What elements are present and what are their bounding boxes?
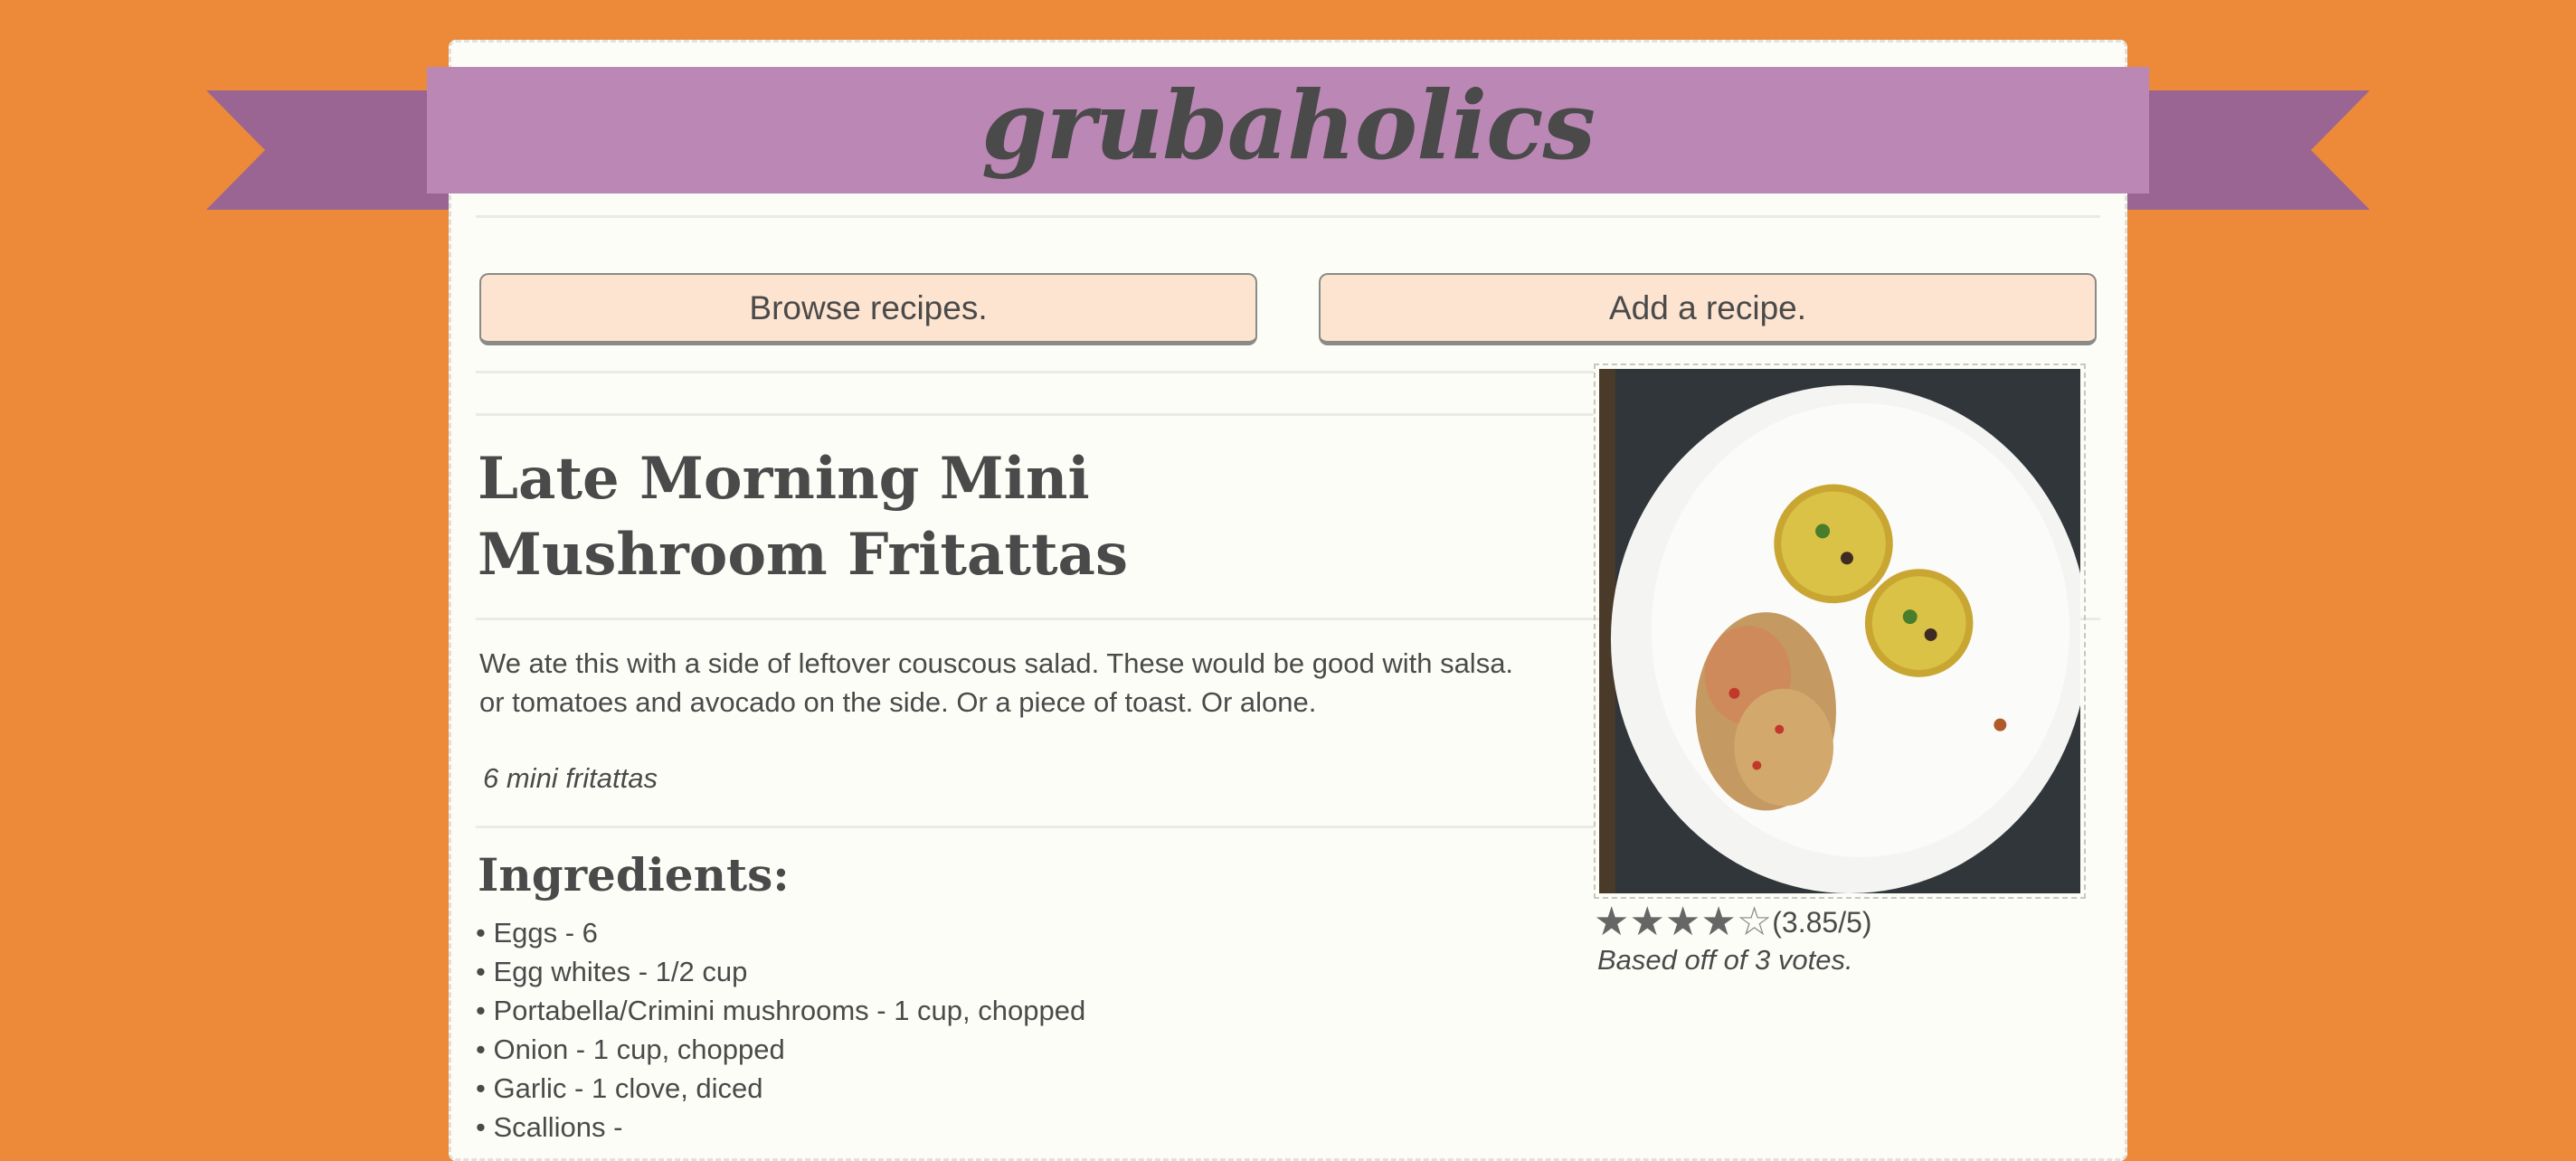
browse-recipes-button[interactable]: Browse recipes.: [479, 273, 1257, 345]
list-item: Onion - 1 cup, chopped: [476, 1030, 1085, 1069]
recipe-photo-frame: [1594, 363, 2086, 899]
recipe-photo[interactable]: [1599, 369, 2080, 893]
recipe-description: We ate this with a side of leftover cous…: [479, 647, 1514, 718]
list-item: Portabella/Crimini mushrooms - 1 cup, ch…: [476, 991, 1085, 1030]
rating: ★ ★ ★ ★ ☆ (3.85/5): [1594, 902, 1872, 942]
vote-count: Based off of 3 votes.: [1597, 944, 1853, 976]
star-filled-icon[interactable]: ★: [1665, 902, 1700, 942]
recipe-yield: 6 mini fritattas: [483, 762, 658, 794]
list-item: Garlic - 1 clove, diced: [476, 1069, 1085, 1108]
recipe-title: Late Morning Mini Mushroom Fritattas: [478, 445, 1129, 589]
divider: [476, 371, 1594, 373]
header-banner: grubaholics: [427, 67, 2149, 194]
rating-value: (3.85/5): [1772, 905, 1872, 939]
star-filled-icon[interactable]: ★: [1594, 902, 1629, 942]
ingredients-heading: Ingredients:: [478, 848, 790, 901]
divider: [476, 215, 2100, 218]
star-empty-icon[interactable]: ☆: [1737, 902, 1772, 942]
site-logo[interactable]: grubaholics: [981, 79, 1596, 173]
divider: [476, 413, 1594, 416]
recipe-photo-illustration: [1599, 369, 2080, 893]
list-item: Eggs - 6: [476, 913, 1085, 952]
ingredients-list: Eggs - 6 Egg whites - 1/2 cup Portabella…: [476, 913, 1085, 1147]
ribbon-tail-right: [2112, 90, 2370, 210]
star-filled-icon[interactable]: ★: [1629, 902, 1664, 942]
star-filled-icon[interactable]: ★: [1700, 902, 1736, 942]
add-recipe-button[interactable]: Add a recipe.: [1319, 273, 2097, 345]
list-item: Egg whites - 1/2 cup: [476, 952, 1085, 991]
ribbon-tail-left: [206, 90, 464, 210]
list-item: Scallions -: [476, 1108, 1085, 1147]
divider: [476, 826, 1594, 828]
